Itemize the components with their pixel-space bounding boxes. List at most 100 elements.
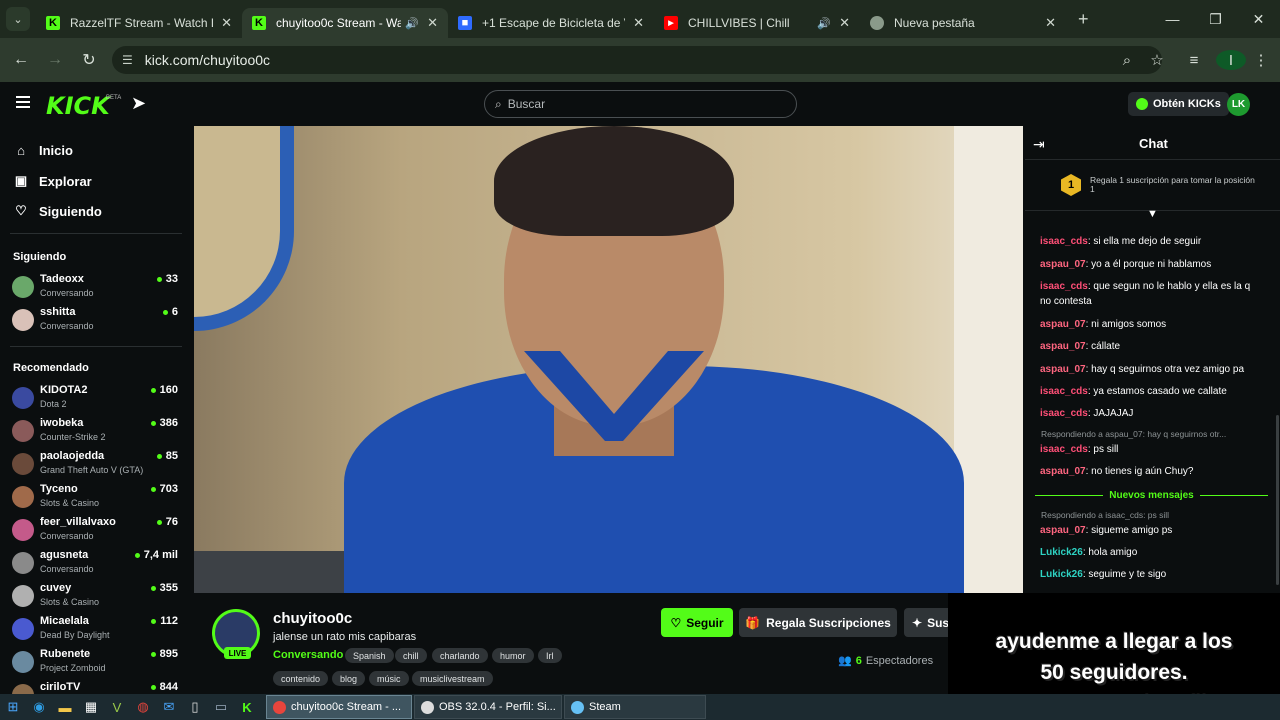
sidebar-channel[interactable]: KIDOTA2 Dota 2 160 (12, 384, 182, 416)
tab-new-tab[interactable]: Nueva pestaña ✕ (860, 8, 1066, 38)
chat-username[interactable]: isaac_cds (1040, 408, 1088, 419)
store-icon[interactable]: ▦ (78, 694, 104, 720)
chat-username[interactable]: aspau_07 (1040, 341, 1086, 352)
close-window-icon[interactable]: ✕ (1237, 0, 1280, 38)
chat-text: seguime y te sigo (1088, 569, 1167, 580)
reply-context[interactable]: Respondiendo a isaac_cds: ps sill (1041, 510, 1261, 520)
taskbar-app-obs[interactable]: OBS 32.0.4 - Perfil: Si... (414, 695, 562, 719)
video-player[interactable] (194, 126, 1023, 593)
bookmark-star-icon[interactable]: ☆ (1142, 51, 1172, 69)
reply-context[interactable]: Respondiendo a aspau_07: hay q seguirnos… (1041, 429, 1261, 439)
sidebar-item-following[interactable]: ♡ Siguiendo (14, 203, 102, 219)
sidebar-channel[interactable]: feer_villalvaxo Conversando 76 (12, 516, 182, 548)
sidebar-item-home[interactable]: ⌂ Inicio (14, 143, 73, 158)
tab-razzeltf[interactable]: K RazzelTF Stream - Watch Live ✕ (36, 8, 242, 38)
sidebar-channel[interactable]: agusneta Conversando 7,4 mil (12, 549, 182, 581)
sidebar-channel[interactable]: iwobeka Counter-Strike 2 386 (12, 417, 182, 449)
app-v-icon[interactable]: V (104, 694, 130, 720)
new-tab-button[interactable]: + (1078, 9, 1089, 30)
tag[interactable]: blog (332, 671, 366, 686)
chat-username[interactable]: aspau_07 (1040, 319, 1086, 330)
restore-icon[interactable]: ❐ (1194, 0, 1237, 38)
viewer-count-value: 7,4 mil (143, 549, 178, 561)
chat-username[interactable]: isaac_cds (1040, 444, 1088, 455)
sidebar-channel[interactable]: Tadeoxx Conversando 33 (12, 273, 182, 305)
zoom-icon[interactable]: ⌕ (1112, 52, 1142, 69)
profile-wrapper: I (1216, 50, 1246, 70)
expand-icon[interactable]: ▼ (1147, 208, 1158, 220)
chat-text: yo a él porque ni hablamos (1091, 259, 1212, 270)
streamer-name[interactable]: chuyitoo0c (273, 610, 352, 627)
tab-chillvibes[interactable]: ▶ CHILLVIBES | Chill 🔊 ✕ (654, 8, 860, 38)
chat-username[interactable]: Lukick26 (1040, 569, 1083, 580)
media-control-icon[interactable]: ≡ (1172, 52, 1216, 69)
live-dot-icon (150, 651, 156, 657)
site-settings-icon[interactable]: ☰ (122, 53, 133, 67)
taskbar-app-steam[interactable]: Steam (564, 695, 706, 719)
sidebar-channel[interactable]: Micaelala Dead By Daylight 112 (12, 615, 182, 647)
tag[interactable]: musiclivestream (412, 671, 493, 686)
tag[interactable]: Spanish (345, 648, 394, 663)
mail-icon[interactable]: ✉ (156, 694, 182, 720)
subscribe-button[interactable]: ✦ Suscribirse (904, 608, 948, 637)
channel-name: iwobeka (40, 417, 84, 429)
sidebar-channel[interactable]: cuvey Slots & Casino 355 (12, 582, 182, 614)
sidebar-channel[interactable]: Tyceno Slots & Casino 703 (12, 483, 182, 515)
sidebar-channel[interactable]: Rubenete Project Zomboid 895 (12, 648, 182, 680)
close-tab-icon[interactable]: ✕ (221, 15, 232, 31)
close-tab-icon[interactable]: ✕ (1045, 15, 1056, 31)
close-tab-icon[interactable]: ✕ (633, 15, 644, 31)
collapse-chat-icon[interactable]: ⇥ (1033, 136, 1045, 153)
tab-roblox[interactable]: ■ +1 Escape de Bicicleta de Velocidad ✕ (448, 8, 654, 38)
minimize-icon[interactable]: — (1151, 0, 1194, 38)
edge-icon[interactable]: ◉ (26, 694, 52, 720)
follow-button[interactable]: ♡ Seguir (661, 608, 733, 637)
tag[interactable]: charlando (432, 648, 488, 663)
chat-scrollbar[interactable] (1276, 415, 1279, 585)
sidebar-item-browse[interactable]: ▣ Explorar (14, 173, 92, 189)
recommended-heading: Recomendado (13, 362, 89, 374)
chat-username[interactable]: Lukick26 (1040, 547, 1083, 558)
tag[interactable]: Irl (538, 648, 562, 663)
chat-username[interactable]: isaac_cds (1040, 281, 1088, 292)
chat-username[interactable]: isaac_cds (1040, 386, 1088, 397)
chat-username[interactable]: isaac_cds (1040, 236, 1088, 247)
close-tab-icon[interactable]: ✕ (839, 15, 850, 31)
kick-app-icon[interactable]: K (234, 694, 260, 720)
user-avatar[interactable]: LK (1227, 93, 1250, 116)
sidebar-channel[interactable]: sshitta Conversando 6 (12, 306, 182, 338)
file-explorer-icon[interactable]: ▬ (52, 694, 78, 720)
chat-username[interactable]: aspau_07 (1040, 525, 1086, 536)
tag[interactable]: humor (492, 648, 534, 663)
forward-icon[interactable]: → (38, 51, 72, 69)
tag[interactable]: contenido (273, 671, 329, 686)
search-input[interactable]: ⌕ Buscar (484, 90, 797, 118)
address-bar[interactable]: ☰ kick.com/chuyitoo0c (112, 46, 1162, 74)
chat-username[interactable]: aspau_07 (1040, 259, 1086, 270)
hamburger-menu-icon[interactable] (16, 96, 30, 111)
taskbar-app-chrome[interactable]: chuyitoo0c Stream - ... (266, 695, 412, 719)
speaker-icon[interactable]: 🔊 (817, 17, 831, 30)
gift-subscriptions-button[interactable]: 🎁 Regala Suscripciones (739, 608, 897, 637)
tag[interactable]: chill (395, 648, 427, 663)
tab-chuyitoo0c[interactable]: K chuyitoo0c Stream - Watch Live 🔊 ✕ (242, 8, 448, 38)
terminal-icon[interactable]: ▭ (208, 694, 234, 720)
kick-logo[interactable]: KICK (46, 92, 110, 120)
sidebar-channel[interactable]: paolaojedda Grand Theft Auto V (GTA) 85 (12, 450, 182, 482)
profile-avatar[interactable]: I (1216, 50, 1246, 70)
tag[interactable]: músic (369, 671, 409, 686)
reload-icon[interactable]: ↻ (72, 50, 106, 70)
channel-name: Tadeoxx (40, 273, 84, 285)
back-icon[interactable]: ← (4, 51, 38, 69)
tab-search-button[interactable]: ⌄ (6, 7, 30, 31)
speaker-icon[interactable]: 🔊 (405, 17, 419, 30)
chrome-icon[interactable]: ◍ (130, 694, 156, 720)
document-icon[interactable]: ▯ (182, 694, 208, 720)
chat-username[interactable]: aspau_07 (1040, 466, 1086, 477)
stream-category[interactable]: Conversando (273, 649, 343, 661)
windows-start-icon[interactable]: ⊞ (0, 694, 26, 720)
chat-username[interactable]: aspau_07 (1040, 364, 1086, 375)
get-kicks-button[interactable]: Obtén KICKs (1128, 92, 1229, 116)
close-tab-icon[interactable]: ✕ (427, 15, 438, 31)
menu-kebab-icon[interactable]: ⋮ (1246, 51, 1276, 69)
